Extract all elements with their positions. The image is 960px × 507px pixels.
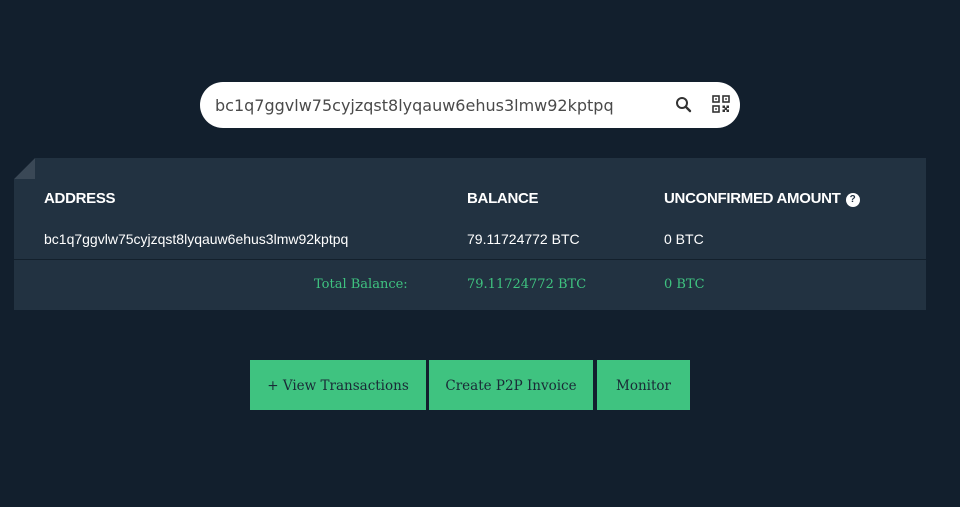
header-balance: BALANCE xyxy=(467,190,539,207)
qr-code-icon[interactable] xyxy=(712,95,730,113)
address-search-input[interactable] xyxy=(215,82,665,128)
header-unconfirmed-label: UNCONFIRMED AMOUNT xyxy=(664,190,841,207)
total-unconfirmed-value: 0 BTC xyxy=(664,277,705,292)
total-balance-value: 79.11724772 BTC xyxy=(467,277,587,292)
row-address: bc1q7ggvlw75cyjzqst8lyqauw6ehus3lmw92kpt… xyxy=(44,231,349,247)
address-balance-table: ADDRESS BALANCE UNCONFIRMED AMOUNT? bc1q… xyxy=(14,158,926,310)
row-balance: 79.11724772 BTC xyxy=(467,231,580,247)
address-search-bar xyxy=(200,82,740,128)
header-address: ADDRESS xyxy=(44,190,116,207)
help-icon[interactable]: ? xyxy=(845,193,860,207)
monitor-button[interactable]: Monitor xyxy=(597,360,690,410)
total-balance-label: Total Balance: xyxy=(314,277,408,292)
view-transactions-button[interactable]: + View Transactions xyxy=(250,360,426,410)
row-unconfirmed: 0 BTC xyxy=(664,231,704,247)
row-divider xyxy=(14,259,926,260)
corner-fold xyxy=(14,158,35,179)
header-unconfirmed: UNCONFIRMED AMOUNT? xyxy=(664,190,860,207)
create-p2p-invoice-button[interactable]: Create P2P Invoice xyxy=(429,360,593,410)
search-icon[interactable] xyxy=(674,95,694,115)
page: ADDRESS BALANCE UNCONFIRMED AMOUNT? bc1q… xyxy=(0,0,960,507)
